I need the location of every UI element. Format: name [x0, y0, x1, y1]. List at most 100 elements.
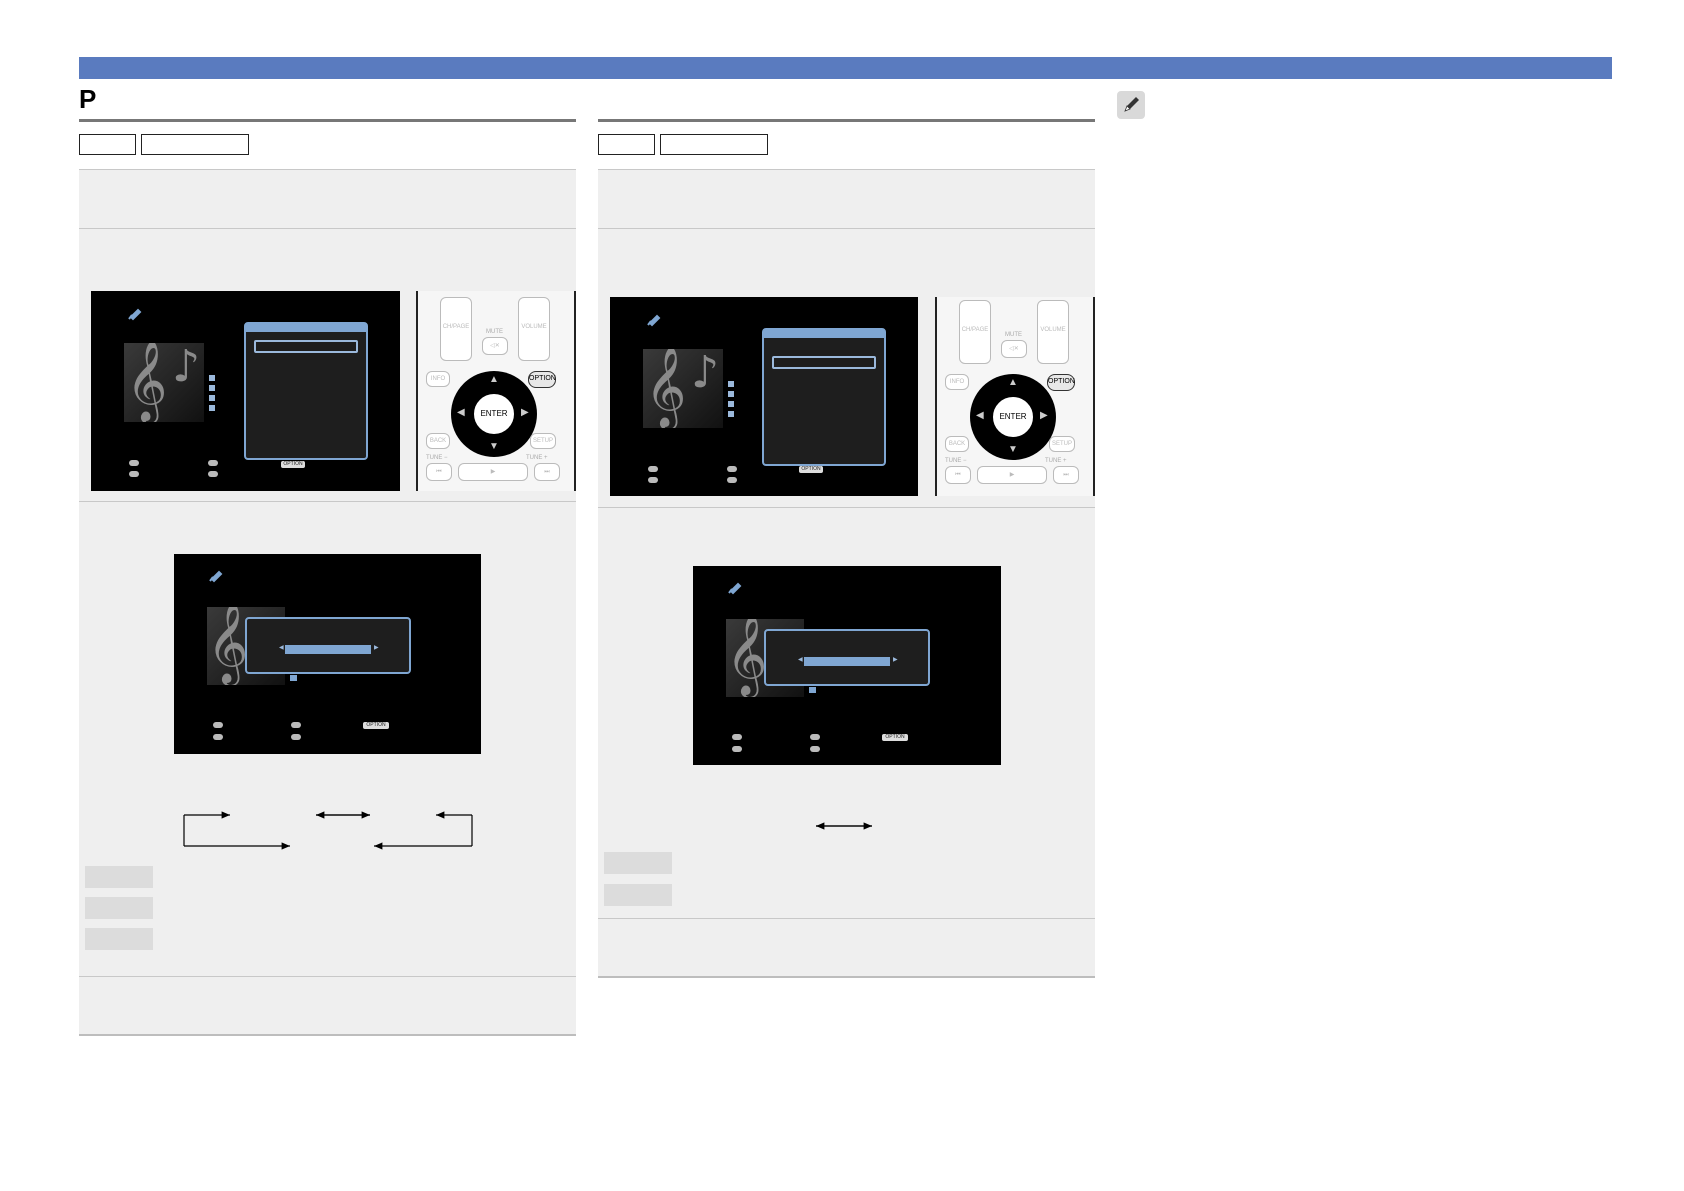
- setting-screen: 𝄞 ◀ ▶ OPTION: [174, 554, 481, 754]
- option-key: OPTION: [1047, 374, 1075, 391]
- volume-button: VOLUME: [518, 297, 550, 361]
- album-art: 𝄞 ♪: [124, 343, 204, 422]
- setting-value-bar[interactable]: [804, 657, 890, 666]
- music-note-icon: 𝄞: [126, 343, 168, 421]
- pencil-icon: [1117, 91, 1145, 119]
- setting-value-bar[interactable]: [285, 645, 371, 654]
- option-badge: OPTION: [281, 461, 305, 468]
- play-button: ▶: [977, 466, 1047, 484]
- usb-icon: [726, 580, 742, 601]
- setting-item: [85, 866, 153, 888]
- folder-icon: [209, 395, 215, 401]
- volume-button: VOLUME: [1037, 300, 1069, 364]
- next-button: ⏭: [1053, 466, 1079, 484]
- mute-button: ◁✕: [1001, 340, 1027, 358]
- folder-icon: [209, 385, 215, 391]
- mute-label: MUTE: [486, 329, 503, 335]
- button-icon: [648, 477, 658, 483]
- button-icon: [291, 722, 301, 728]
- usb-icon: [207, 568, 223, 589]
- remote-illustration: CH/PAGE MUTE ◁✕ VOLUME INFO OPTION ENTER…: [416, 291, 576, 491]
- music-note-icon: 𝄞: [726, 619, 768, 695]
- button-icon: [129, 460, 139, 466]
- setup-button: SETUP: [530, 433, 556, 449]
- folder-icon: [209, 405, 215, 411]
- dpad: ENTER ▲ ▼ ◀ ▶: [451, 371, 537, 457]
- option-menu: [244, 322, 368, 460]
- button-icon: [810, 734, 820, 740]
- button-icon: [129, 471, 139, 477]
- folder-icon: [728, 391, 734, 397]
- button-icon: [727, 477, 737, 483]
- header-bar: [79, 57, 1612, 79]
- menu-selection[interactable]: [254, 340, 358, 353]
- remote-illustration: CH/PAGE MUTE ◁✕ VOLUME INFO OPTION ENTER…: [935, 297, 1095, 496]
- setting-item: [604, 884, 672, 906]
- section-end-rule: [79, 1034, 576, 1036]
- step-1: [598, 169, 1095, 229]
- mode-tag: [598, 134, 655, 155]
- music-note-icon: 𝄞: [207, 607, 249, 683]
- info-button: INFO: [426, 371, 450, 387]
- setting-item: [604, 852, 672, 874]
- menu-screen: 𝄞 ♪ OPTION: [610, 297, 918, 496]
- step-1: [79, 169, 576, 229]
- button-icon: [291, 734, 301, 740]
- prev-button: ⏮: [945, 466, 971, 484]
- tune-plus-label: TUNE +: [526, 455, 548, 461]
- music-note-icon: 𝄞: [645, 349, 687, 427]
- folder-icon: [728, 401, 734, 407]
- back-button: BACK: [426, 433, 450, 449]
- setting-screen: 𝄞 ◀ ▶ OPTION: [693, 566, 1001, 765]
- cycle-diagram: [183, 811, 473, 850]
- option-badge: OPTION: [882, 734, 908, 741]
- button-icon: [732, 734, 742, 740]
- enter-button: ENTER: [991, 395, 1035, 439]
- section-end-rule: [598, 976, 1095, 978]
- button-icon: [648, 466, 658, 472]
- prev-button: ⏮: [426, 463, 452, 481]
- album-art: 𝄞 ♪: [643, 349, 723, 428]
- folder-icon: [209, 375, 215, 381]
- usb-icon: [645, 312, 661, 333]
- ch-page-button: CH/PAGE: [959, 300, 991, 364]
- setup-button: SETUP: [1049, 436, 1075, 452]
- button-icon: [810, 746, 820, 752]
- next-button: ⏭: [534, 463, 560, 481]
- mute-label: MUTE: [1005, 332, 1022, 338]
- arrow-icon: [816, 822, 872, 830]
- button-icon: [208, 460, 218, 466]
- source-tag: [660, 134, 768, 155]
- play-button: ▶: [458, 463, 528, 481]
- button-icon: [208, 471, 218, 477]
- mute-button: ◁✕: [482, 337, 508, 355]
- menu-selection[interactable]: [772, 356, 876, 369]
- menu-screen: 𝄞 ♪ OPTION: [91, 291, 400, 491]
- folder-icon: [728, 381, 734, 387]
- step-4: [598, 918, 1095, 977]
- button-icon: [213, 734, 223, 740]
- tune-plus-label: TUNE +: [1045, 458, 1067, 464]
- button-icon: [213, 722, 223, 728]
- tune-minus-label: TUNE −: [426, 455, 448, 461]
- info-button: INFO: [945, 374, 969, 390]
- section-rule: [79, 119, 576, 122]
- step-4: [79, 976, 576, 1035]
- source-tag: [141, 134, 249, 155]
- page-title: P: [79, 84, 97, 114]
- usb-icon: [126, 306, 142, 327]
- setting-dialog: ◀ ▶: [245, 617, 411, 674]
- setting-dialog: ◀ ▶: [764, 629, 930, 686]
- mode-tag: [79, 134, 136, 155]
- option-key: OPTION: [528, 371, 556, 388]
- option-badge: OPTION: [363, 722, 389, 729]
- ch-page-button: CH/PAGE: [440, 297, 472, 361]
- section-rule: [598, 119, 1095, 122]
- dpad: ENTER ▲ ▼ ◀ ▶: [970, 374, 1056, 460]
- setting-item: [85, 928, 153, 950]
- enter-button: ENTER: [472, 392, 516, 436]
- option-menu: [762, 328, 886, 466]
- tune-minus-label: TUNE −: [945, 458, 967, 464]
- option-badge: OPTION: [799, 466, 823, 473]
- setting-item: [85, 897, 153, 919]
